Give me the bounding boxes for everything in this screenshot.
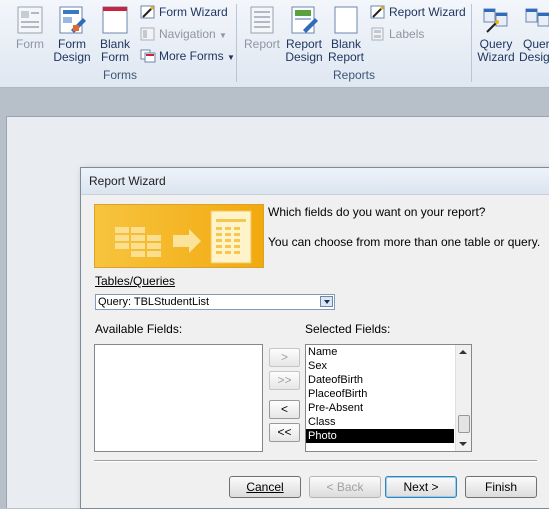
list-item[interactable]: DateofBirth: [306, 373, 454, 387]
add-all-fields-button: >>: [269, 371, 300, 390]
wizard-hint: You can choose from more than one table …: [268, 235, 541, 249]
dialog-separator: [94, 460, 537, 462]
available-fields-list[interactable]: [94, 344, 263, 452]
forms-group-label: Forms: [103, 68, 137, 82]
scroll-down-icon[interactable]: [459, 442, 467, 446]
navigation-icon: [140, 27, 155, 41]
scroll-up-icon[interactable]: [459, 350, 467, 354]
tables-queries-combobox[interactable]: Query: TBLStudentList: [95, 294, 335, 310]
tables-queries-label: Tables/Queries: [95, 274, 176, 288]
report-wizard-button[interactable]: Report Wizard: [370, 5, 466, 19]
form-icon: [17, 6, 43, 34]
navigation-dropdown: Navigation ▼: [140, 27, 227, 41]
back-button: < Back: [309, 476, 381, 498]
query-wizard-button[interactable]: Query Wizard: [476, 5, 516, 64]
list-item[interactable]: Sex: [306, 359, 454, 373]
form-wizard-button[interactable]: Form Wizard: [140, 5, 228, 19]
chevron-down-icon: ▼: [219, 31, 227, 40]
cancel-button-label: Cancel: [246, 480, 284, 494]
list-item[interactable]: Name: [306, 345, 454, 359]
blank-form-icon: [102, 6, 128, 34]
selected-fields-list[interactable]: Name Sex DateofBirth PlaceofBirth Pre-Ab…: [305, 344, 472, 452]
available-fields-label: Available Fields:: [95, 322, 183, 336]
query-wizard-icon: [483, 8, 508, 33]
combobox-dropdown-button[interactable]: [320, 296, 333, 307]
add-field-button: >: [269, 348, 300, 367]
list-item-selected[interactable]: Photo: [306, 429, 454, 443]
ribbon: Form Form Design Blank Form Form Wizard Na…: [0, 0, 549, 88]
selected-fields-label: Selected Fields:: [305, 322, 391, 336]
reports-group-label: Reports: [332, 68, 376, 82]
list-item[interactable]: Class: [306, 415, 454, 429]
selected-fields-items: Name Sex DateofBirth PlaceofBirth Pre-Ab…: [306, 345, 454, 443]
query-design-button[interactable]: Quer Desig: [519, 5, 549, 64]
form-button: Form: [10, 5, 50, 51]
report-wizard-dialog: Report Wizard Which fields do you want o…: [80, 167, 549, 509]
vertical-scrollbar[interactable]: [455, 345, 471, 451]
list-item[interactable]: PlaceofBirth: [306, 387, 454, 401]
remove-field-button[interactable]: <: [269, 400, 300, 419]
report-button: Report: [242, 5, 282, 51]
finish-button[interactable]: Finish: [465, 476, 537, 498]
finish-button-label: Finish: [484, 480, 517, 494]
cancel-button[interactable]: Cancel: [229, 476, 301, 498]
labels-icon: [371, 27, 384, 41]
chevron-down-icon: ▼: [227, 53, 235, 62]
back-button-label: < Back: [326, 480, 364, 494]
dialog-title: Report Wizard: [81, 168, 549, 195]
form-design-icon: [59, 6, 86, 34]
query-design-icon: [525, 8, 549, 27]
more-forms-dropdown[interactable]: More Forms ▼: [140, 49, 235, 63]
remove-all-fields-button[interactable]: <<: [269, 423, 300, 442]
report-design-icon: [291, 6, 318, 34]
list-item[interactable]: Pre-Absent: [306, 401, 454, 415]
tables-queries-value: Query: TBLStudentList: [98, 296, 210, 308]
wizard-banner-image: [94, 204, 264, 268]
form-design-button[interactable]: Form Design: [52, 5, 92, 64]
next-button-label: Next >: [403, 480, 439, 494]
group-separator: [471, 4, 472, 82]
more-forms-icon: [140, 49, 156, 63]
form-wizard-icon: [140, 5, 155, 19]
scrollbar-thumb[interactable]: [458, 415, 470, 433]
labels-button: Labels: [370, 27, 424, 41]
wizard-illustration-icon: [115, 210, 252, 264]
report-icon: [250, 6, 274, 34]
blank-form-button[interactable]: Blank Form: [95, 5, 135, 64]
wizard-question: Which fields do you want on your report?: [268, 205, 486, 219]
report-wizard-icon: [370, 5, 385, 19]
report-design-button[interactable]: Report Design: [283, 5, 325, 64]
next-button[interactable]: Next >: [385, 476, 457, 498]
group-separator: [236, 4, 237, 82]
blank-report-button[interactable]: Blank Report: [326, 5, 366, 64]
blank-report-icon: [334, 6, 358, 34]
